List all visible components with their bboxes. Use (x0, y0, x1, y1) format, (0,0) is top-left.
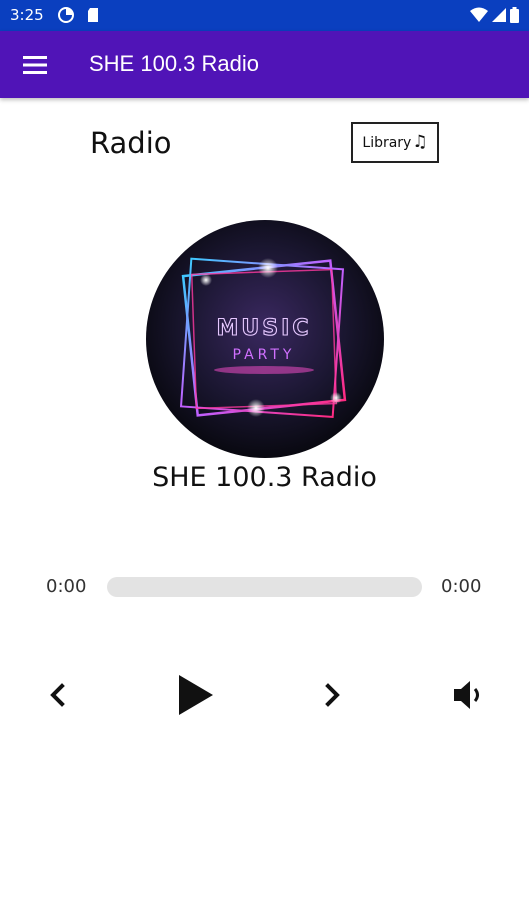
station-name: SHE 100.3 Radio (152, 462, 377, 493)
signal-icon (492, 8, 506, 22)
status-right-icons (470, 7, 519, 23)
play-icon[interactable] (173, 672, 217, 718)
volume-icon[interactable] (450, 678, 488, 712)
artwork-graphic: MUSIC PARTY (179, 257, 347, 419)
library-button-label: Library (362, 134, 412, 151)
sd-card-icon (88, 8, 98, 22)
app-title: SHE 100.3 Radio (89, 51, 259, 76)
chevron-right-icon[interactable] (320, 680, 346, 710)
library-button[interactable]: Library ♫ (351, 122, 439, 163)
station-artwork: MUSIC PARTY (146, 220, 384, 458)
duration-time: 0:00 (441, 576, 482, 597)
data-saver-icon (58, 7, 74, 23)
chevron-left-icon[interactable] (44, 680, 70, 710)
status-bar: 3:25 (0, 0, 529, 31)
artwork-text-music: MUSIC (217, 316, 312, 341)
wifi-icon (470, 7, 488, 22)
hamburger-menu-icon[interactable] (20, 51, 50, 79)
battery-icon (510, 7, 519, 23)
page-title: Radio (90, 126, 172, 160)
elapsed-time: 0:00 (46, 576, 87, 597)
app-bar: SHE 100.3 Radio (0, 31, 529, 98)
music-note-icon: ♫ (412, 132, 428, 152)
progress-slider[interactable] (107, 577, 422, 597)
status-time: 3:25 (10, 6, 44, 24)
artwork-text-party: PARTY (233, 347, 296, 363)
